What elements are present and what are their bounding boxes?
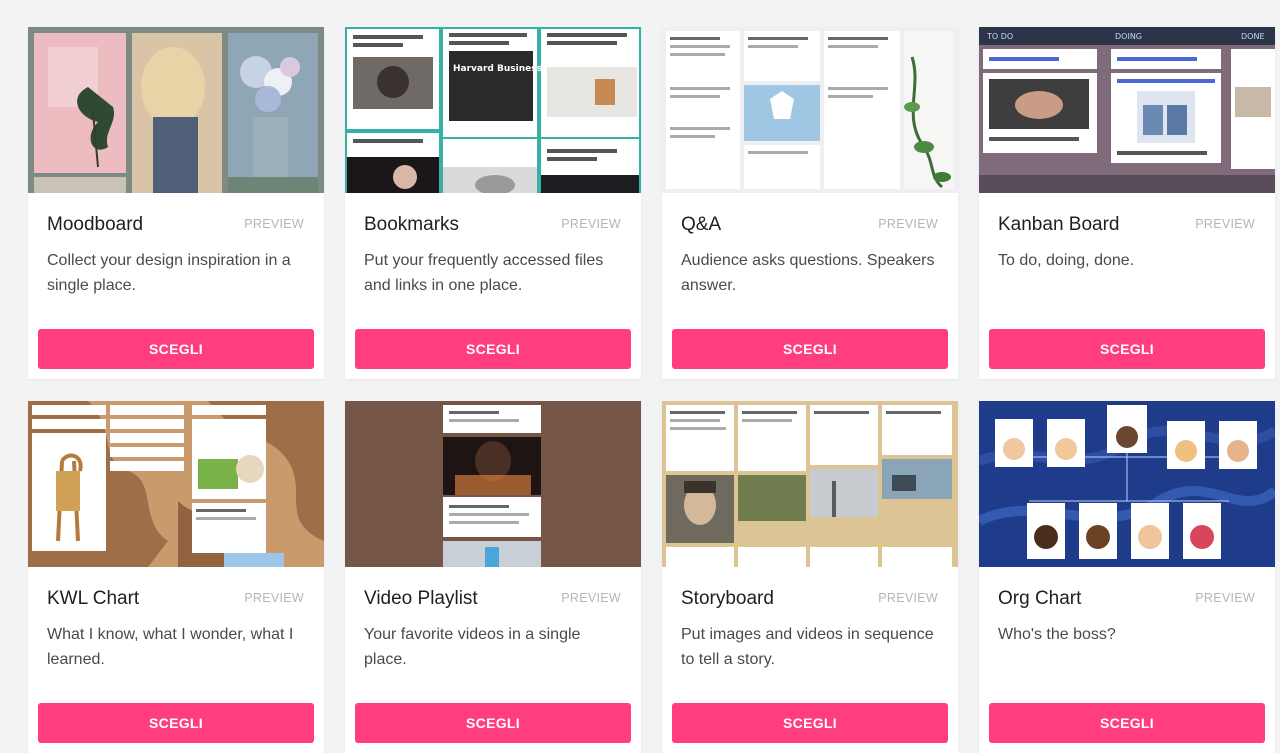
choose-button[interactable]: SCEGLI	[989, 703, 1265, 743]
choose-button[interactable]: SCEGLI	[38, 703, 314, 743]
template-title: Kanban Board	[998, 214, 1120, 235]
choose-button[interactable]: SCEGLI	[672, 329, 948, 369]
template-title: Video Playlist	[364, 588, 478, 609]
template-title: KWL Chart	[47, 588, 140, 609]
template-description: Audience asks questions. Speakers answer…	[681, 252, 935, 294]
template-card-storyboard: Storyboard PREVIEW Put images and videos…	[662, 401, 958, 753]
qa-thumbnail[interactable]	[662, 27, 958, 193]
template-description: To do, doing, done.	[998, 252, 1135, 269]
template-title: Storyboard	[681, 588, 774, 609]
kwl-thumbnail[interactable]	[28, 401, 324, 567]
kanban-col-done: DONE	[1241, 32, 1265, 41]
org-chart-thumbnail[interactable]	[979, 401, 1275, 567]
preview-link[interactable]: PREVIEW	[1195, 591, 1255, 605]
template-card-video-playlist: Video Playlist PREVIEW Your favorite vid…	[345, 401, 641, 753]
kanban-col-todo: TO DO	[986, 32, 1013, 41]
moodboard-thumbnail[interactable]	[28, 27, 324, 193]
preview-link[interactable]: PREVIEW	[561, 217, 621, 231]
template-description: Collect your design inspiration in a sin…	[47, 252, 291, 294]
choose-button[interactable]: SCEGLI	[355, 329, 631, 369]
video-playlist-thumbnail[interactable]	[345, 401, 641, 567]
choose-button[interactable]: SCEGLI	[989, 329, 1265, 369]
template-description: What I know, what I wonder, what I learn…	[47, 626, 294, 668]
template-description: Put your frequently accessed files and l…	[364, 252, 604, 294]
template-card-kwl: KWL Chart PREVIEW What I know, what I wo…	[28, 401, 324, 753]
template-description: Put images and videos in sequence to tel…	[681, 626, 934, 668]
preview-link[interactable]: PREVIEW	[878, 591, 938, 605]
template-title: Q&A	[681, 214, 722, 235]
template-card-org-chart: Org Chart PREVIEW Who's the boss? SCEGLI	[979, 401, 1275, 753]
template-title: Org Chart	[998, 588, 1082, 609]
preview-link[interactable]: PREVIEW	[561, 591, 621, 605]
bookmarks-thumbnail[interactable]: Harvard Business Review	[345, 27, 641, 193]
template-card-kanban: TO DO DOING DONE Kanban Board PREVIEW To…	[979, 27, 1275, 379]
template-description: Who's the boss?	[998, 626, 1116, 643]
template-description: Your favorite videos in a single place.	[364, 626, 581, 668]
template-gallery: Moodboard PREVIEW Collect your design in…	[28, 27, 1275, 753]
storyboard-thumbnail[interactable]	[662, 401, 958, 567]
preview-link[interactable]: PREVIEW	[244, 217, 304, 231]
template-card-moodboard: Moodboard PREVIEW Collect your design in…	[28, 27, 324, 379]
template-title: Bookmarks	[364, 214, 460, 235]
kanban-col-doing: DOING	[1115, 32, 1142, 41]
template-card-qa: Q&A PREVIEW Audience asks questions. Spe…	[662, 27, 958, 379]
template-card-bookmarks: Harvard Business Review Bookmarks PREVIE…	[345, 27, 641, 379]
preview-link[interactable]: PREVIEW	[878, 217, 938, 231]
kanban-thumbnail[interactable]: TO DO DOING DONE	[979, 27, 1275, 193]
choose-button[interactable]: SCEGLI	[38, 329, 314, 369]
choose-button[interactable]: SCEGLI	[355, 703, 631, 743]
preview-link[interactable]: PREVIEW	[1195, 217, 1255, 231]
template-title: Moodboard	[47, 214, 144, 235]
preview-link[interactable]: PREVIEW	[244, 591, 304, 605]
choose-button[interactable]: SCEGLI	[672, 703, 948, 743]
